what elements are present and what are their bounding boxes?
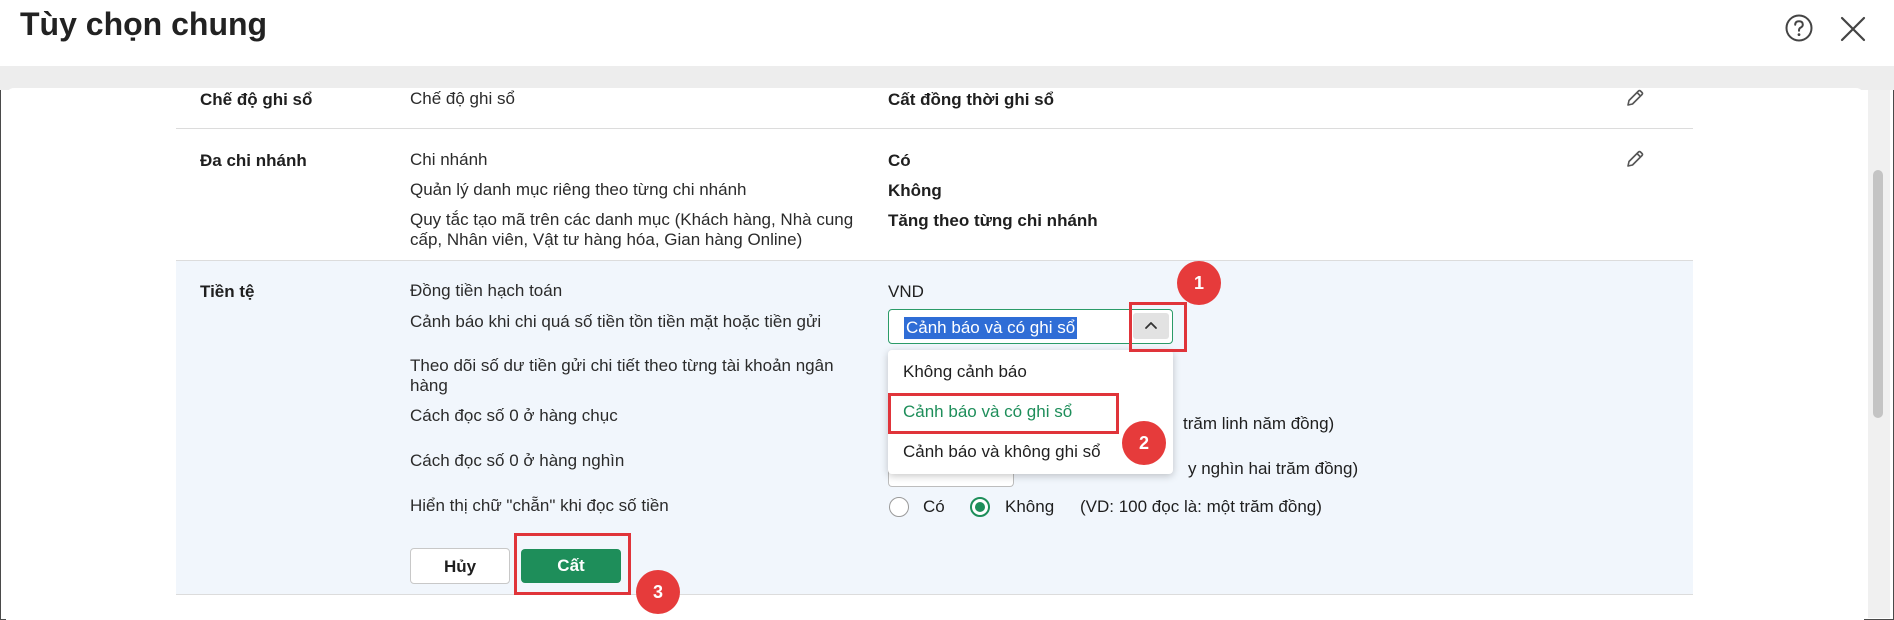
radio-show-chan-no[interactable] — [970, 497, 990, 517]
value-code-rule: Tăng theo từng chi nhánh — [888, 211, 1098, 230]
select-selected-value: Cảnh báo và có ghi sổ — [904, 317, 1078, 339]
value-branch: Có — [888, 151, 911, 170]
field-label-overspend-warning: Cảnh báo khi chi quá số tiền tồn tiền mặ… — [410, 312, 822, 331]
help-circle-icon[interactable] — [1784, 13, 1814, 43]
row-divider — [176, 128, 1693, 129]
dropdown-option-no-warning[interactable]: Không cảnh báo — [903, 362, 1027, 382]
value-branch-catalog: Không — [888, 181, 942, 200]
annotation-badge-1: 1 — [1177, 261, 1221, 305]
highlight-box-2 — [888, 393, 1119, 434]
highlight-box-3 — [514, 533, 631, 595]
close-icon[interactable] — [1838, 14, 1868, 44]
show-chan-example: (VD: 100 đọc là: một trăm đồng) — [1080, 497, 1322, 516]
radio-label-no: Không — [1005, 497, 1055, 516]
row-divider — [176, 594, 1693, 595]
radio-label-yes: Có — [923, 497, 945, 516]
field-label-code-rule-line2: cấp, Nhân viên, Vật tư hàng hóa, Gian hà… — [410, 230, 803, 249]
row-divider — [176, 260, 1693, 261]
annotation-badge-2: 2 — [1122, 421, 1166, 465]
dialog-title: Tùy chọn chung — [20, 6, 268, 42]
header-separator — [0, 66, 1894, 90]
dialog-header: Tùy chọn chung — [0, 0, 1894, 66]
annotation-badge-3: 3 — [636, 570, 680, 614]
zero-thousands-example: y nghìn hai trăm đồng) — [1188, 459, 1359, 478]
field-label-code-rule-line1: Quy tắc tạo mã trên các danh mục (Khách … — [410, 210, 854, 229]
field-label-show-chan: Hiển thị chữ "chẵn" khi đọc số tiền — [410, 496, 669, 515]
field-label-accounting-currency: Đồng tiền hạch toán — [410, 281, 563, 300]
cancel-button[interactable]: Hủy — [410, 548, 510, 584]
zero-tens-example: trăm linh năm đồng) — [1183, 414, 1335, 433]
field-label-zero-thousands: Cách đọc số 0 ở hàng nghìn — [410, 451, 625, 470]
field-label-branch-catalog: Quản lý danh mục riêng theo từng chi nhá… — [410, 180, 747, 199]
highlight-box-1 — [1129, 302, 1187, 352]
dropdown-option-warn-no-post[interactable]: Cảnh báo và không ghi sổ — [903, 442, 1101, 462]
radio-show-chan-yes[interactable] — [889, 497, 909, 517]
field-label-track-deposit-line1: Theo dõi số dư tiền gửi chi tiết theo từ… — [410, 356, 834, 375]
field-label-track-deposit-line2: hàng — [410, 376, 448, 395]
field-label-posting-mode: Chế độ ghi sổ — [410, 89, 515, 108]
section-label-currency: Tiền tệ — [200, 282, 255, 301]
value-posting-mode: Cất đồng thời ghi sổ — [888, 90, 1055, 109]
field-label-zero-tens: Cách đọc số 0 ở hàng chục — [410, 406, 618, 425]
scrollbar-thumb[interactable] — [1873, 170, 1883, 418]
pencil-icon[interactable] — [1624, 87, 1646, 109]
section-label-multi-branch: Đa chi nhánh — [200, 151, 307, 170]
value-accounting-currency: VND — [888, 282, 924, 301]
pencil-icon[interactable] — [1624, 148, 1646, 170]
section-label-posting-mode: Chế độ ghi sổ — [200, 90, 313, 109]
field-label-branch: Chi nhánh — [410, 150, 488, 169]
